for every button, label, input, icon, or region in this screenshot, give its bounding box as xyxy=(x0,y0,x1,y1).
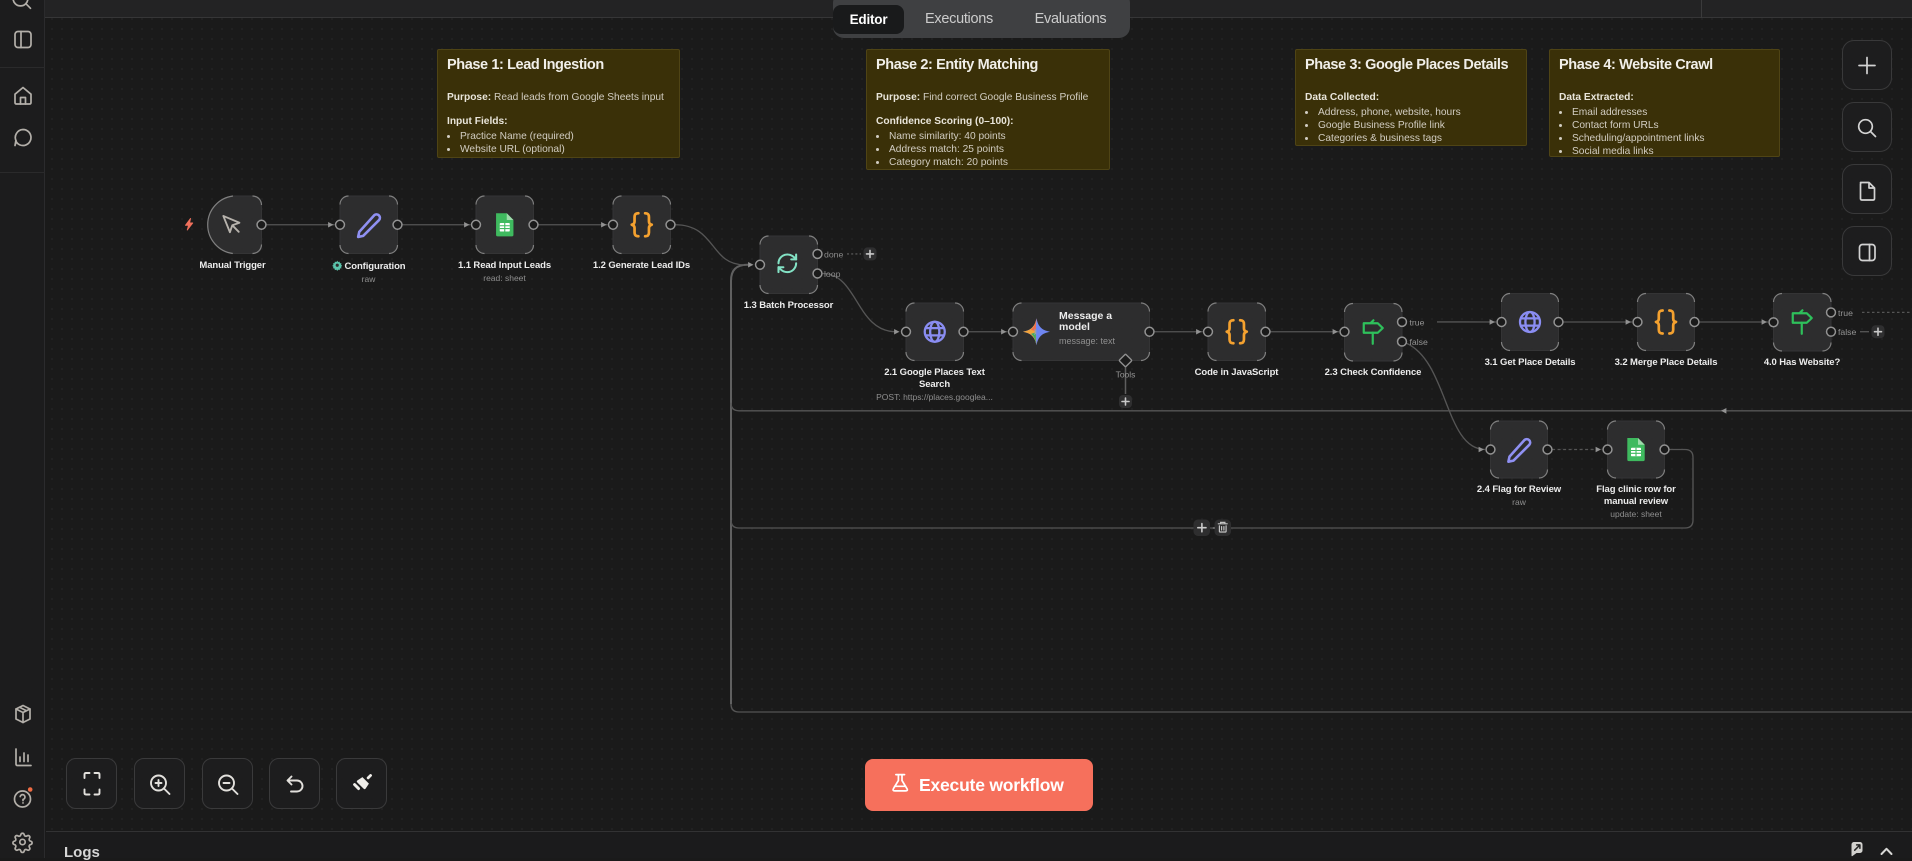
svg-text:false: false xyxy=(1838,327,1857,337)
svg-text:true: true xyxy=(1838,308,1853,318)
svg-text:loop: loop xyxy=(824,269,841,279)
svg-text:Tools: Tools xyxy=(1116,369,1136,379)
svg-text:true: true xyxy=(1410,317,1425,327)
svg-text:done: done xyxy=(824,249,843,259)
svg-text:false: false xyxy=(1410,337,1429,347)
